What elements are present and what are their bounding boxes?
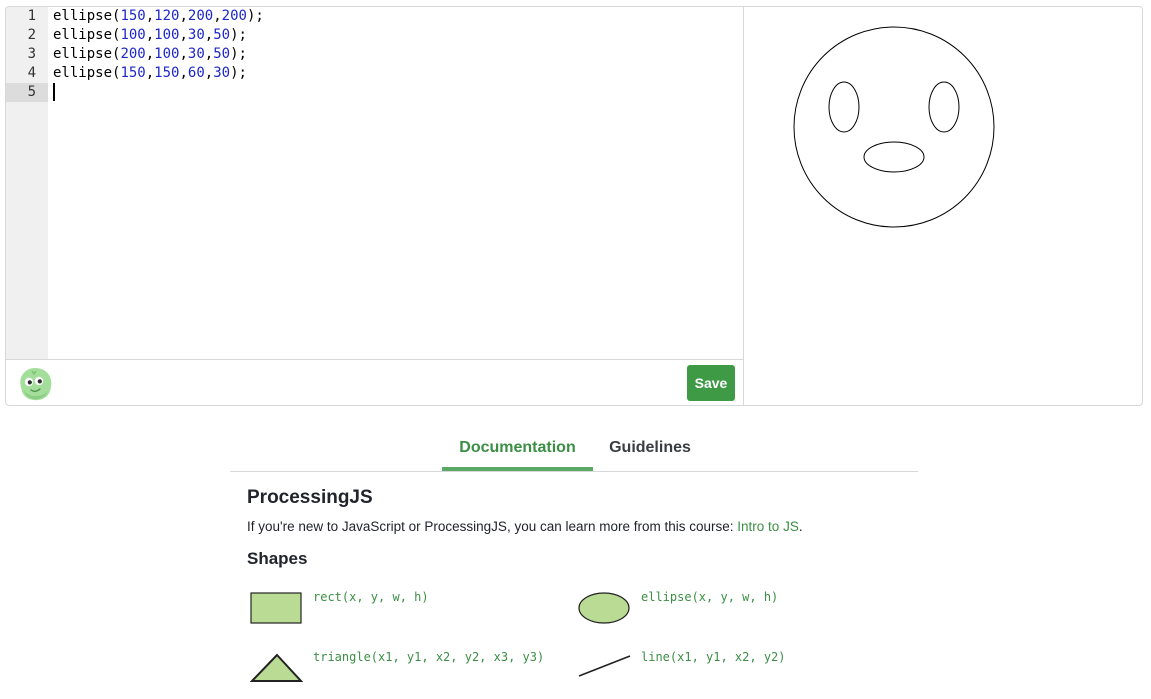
canvas-ellipse-3 bbox=[928, 81, 960, 133]
line-number-gutter: 1 2 3 4 5 bbox=[6, 7, 48, 359]
line-number: 1 bbox=[27, 8, 36, 24]
code-line[interactable]: ellipse(100,100,30,50); bbox=[53, 26, 247, 45]
code-token-number: 100 bbox=[154, 46, 180, 62]
code-token-number: 120 bbox=[154, 8, 180, 24]
output-canvas[interactable] bbox=[744, 7, 1142, 405]
line-shape-icon[interactable] bbox=[577, 653, 633, 679]
canvas-ellipse-1 bbox=[793, 26, 995, 228]
code-line[interactable]: ellipse(200,100,30,50); bbox=[53, 45, 247, 64]
editor-panel: 1 2 3 4 5 ellipse(150,120,200,200); elli… bbox=[5, 6, 1143, 406]
code-token-function: ellipse( bbox=[53, 46, 121, 62]
ellipse-signature[interactable]: ellipse(x, y, w, h) bbox=[641, 590, 778, 604]
line-number-active: 5 bbox=[6, 83, 48, 102]
line-number: 4 bbox=[27, 65, 36, 81]
code-token-number: 150 bbox=[120, 8, 146, 24]
code-token-number: 200 bbox=[221, 8, 247, 24]
code-token-punct: ); bbox=[230, 65, 247, 81]
canvas-ellipse-2 bbox=[828, 81, 860, 133]
line-number: 3 bbox=[27, 46, 36, 62]
code-token-function: ellipse( bbox=[53, 8, 121, 24]
line-signature[interactable]: line(x1, y1, x2, y2) bbox=[641, 650, 786, 664]
intro-to-js-link[interactable]: Intro to JS bbox=[737, 519, 799, 534]
code-token-punct: ); bbox=[246, 8, 264, 24]
editor-toolbar: Save bbox=[6, 359, 743, 405]
ellipse-shape-icon[interactable] bbox=[577, 591, 631, 625]
code-token-number: 60 bbox=[187, 65, 205, 81]
code-token-function: ellipse( bbox=[53, 65, 121, 81]
code-token-number: 200 bbox=[120, 46, 146, 62]
docs-tab-bar: Documentation Guidelines bbox=[230, 430, 918, 472]
code-token-function: ellipse( bbox=[53, 27, 121, 43]
code-token-number: 50 bbox=[213, 46, 231, 62]
code-token-number: 150 bbox=[120, 65, 146, 81]
docs-intro-text: If you're new to JavaScript or Processin… bbox=[247, 519, 738, 534]
triangle-shape-icon[interactable] bbox=[250, 653, 304, 683]
code-token-punct: ); bbox=[230, 27, 247, 43]
save-button[interactable]: Save bbox=[687, 365, 735, 401]
code-token-number: 50 bbox=[213, 27, 231, 43]
code-token-punct: ); bbox=[230, 46, 247, 62]
code-line[interactable]: ellipse(150,150,60,30); bbox=[53, 64, 247, 83]
avatar-creature-icon[interactable] bbox=[15, 365, 55, 403]
triangle-signature[interactable]: triangle(x1, y1, x2, y2, x3, y3) bbox=[313, 650, 544, 664]
docs-intro: If you're new to JavaScript or Processin… bbox=[247, 519, 803, 534]
code-token-number: 100 bbox=[154, 27, 180, 43]
rect-shape-icon[interactable] bbox=[250, 592, 304, 626]
shapes-heading: Shapes bbox=[247, 549, 308, 568]
docs-intro-end: . bbox=[798, 519, 803, 534]
text-cursor bbox=[53, 83, 55, 101]
code-token-number: 30 bbox=[187, 27, 205, 43]
code-token-number: 30 bbox=[187, 46, 205, 62]
code-line[interactable]: ellipse(150,120,200,200); bbox=[53, 7, 264, 26]
code-token-number: 30 bbox=[213, 65, 231, 81]
rect-signature[interactable]: rect(x, y, w, h) bbox=[313, 590, 429, 604]
code-token-number: 200 bbox=[187, 8, 214, 24]
line-number: 2 bbox=[27, 27, 36, 43]
canvas-ellipse-4 bbox=[863, 141, 925, 173]
code-token-number: 150 bbox=[154, 65, 180, 81]
canvas-drawing bbox=[793, 26, 995, 228]
docs-title: ProcessingJS bbox=[247, 487, 373, 508]
tab-guidelines[interactable]: Guidelines bbox=[602, 430, 698, 470]
code-editor[interactable]: 1 2 3 4 5 ellipse(150,120,200,200); elli… bbox=[6, 7, 743, 359]
tab-documentation[interactable]: Documentation bbox=[442, 430, 593, 471]
code-token-number: 100 bbox=[120, 27, 146, 43]
